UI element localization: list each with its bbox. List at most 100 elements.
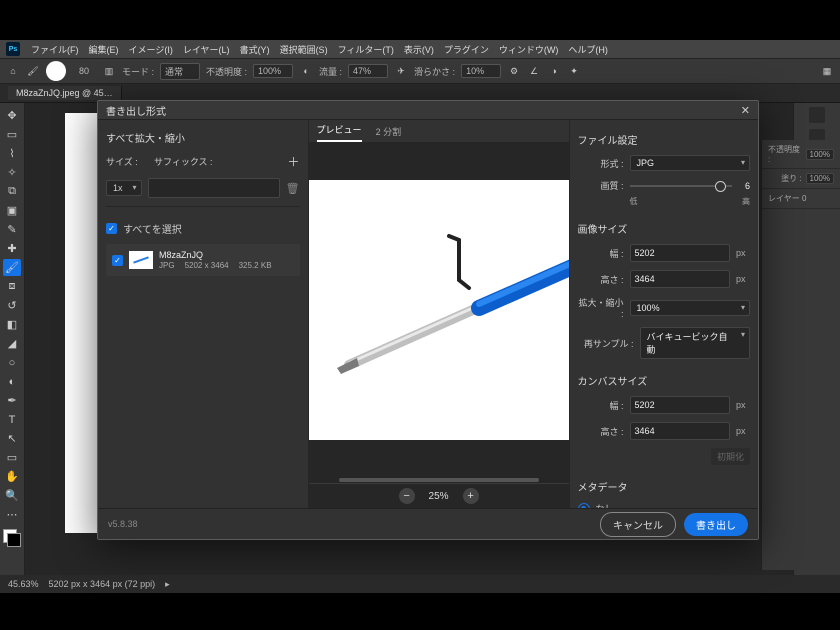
smoothing-select[interactable]: 10% bbox=[461, 64, 501, 78]
angle-icon[interactable]: ∠ bbox=[527, 64, 541, 78]
trash-icon[interactable]: 🗑 bbox=[286, 182, 300, 195]
pressure-size-icon[interactable]: ◑ bbox=[547, 64, 561, 78]
menu-image[interactable]: イメージ(I) bbox=[124, 43, 178, 56]
preview-hscrollbar[interactable] bbox=[309, 477, 569, 483]
status-chevron-icon[interactable]: ▸ bbox=[165, 579, 170, 590]
smoothing-label: 滑らかさ : bbox=[414, 65, 455, 78]
hand-tool[interactable]: ✋ bbox=[3, 468, 21, 485]
asset-dimensions: 5202 x 3464 bbox=[185, 261, 229, 270]
color-swatches[interactable] bbox=[3, 529, 21, 547]
add-size-icon[interactable]: ＋ bbox=[288, 153, 300, 170]
asset-filesize: 325.2 KB bbox=[239, 261, 272, 270]
height-unit: px bbox=[736, 274, 750, 284]
scale-dropdown[interactable]: 1x bbox=[106, 180, 142, 196]
tab-preview[interactable]: プレビュー bbox=[317, 123, 362, 142]
suffix-input[interactable] bbox=[148, 178, 280, 198]
healing-tool[interactable]: ✚ bbox=[3, 240, 21, 257]
scale-dropdown-right[interactable]: 100% bbox=[630, 300, 750, 316]
quality-low-label: 低 bbox=[630, 196, 638, 207]
canvas-width-unit: px bbox=[736, 400, 750, 410]
brush-size[interactable]: 80 bbox=[72, 66, 96, 76]
lasso-tool[interactable]: ⌇ bbox=[3, 145, 21, 162]
zoom-level[interactable]: 45.63% bbox=[8, 579, 39, 589]
menu-edit[interactable]: 編集(E) bbox=[84, 43, 124, 56]
path-tool[interactable]: ↖ bbox=[3, 430, 21, 447]
width-input[interactable]: 5202 bbox=[630, 244, 730, 262]
menu-window[interactable]: ウィンドウ(W) bbox=[494, 43, 564, 56]
crop-tool[interactable]: ⧉ bbox=[3, 183, 21, 200]
menu-layer[interactable]: レイヤー(L) bbox=[178, 43, 235, 56]
image-size-header: 画像サイズ bbox=[578, 221, 750, 236]
eraser-tool[interactable]: ◧ bbox=[3, 316, 21, 333]
flow-select[interactable]: 47% bbox=[348, 64, 388, 78]
brush-settings-icon[interactable]: ▥ bbox=[102, 64, 116, 78]
resample-dropdown[interactable]: バイキュービック自動 bbox=[640, 327, 750, 359]
menu-filter[interactable]: フィルター(T) bbox=[333, 43, 399, 56]
menu-view[interactable]: 表示(V) bbox=[399, 43, 439, 56]
close-icon[interactable]: ✕ bbox=[741, 104, 750, 117]
home-icon[interactable]: ⌂ bbox=[6, 64, 20, 78]
brush-preview[interactable] bbox=[46, 61, 66, 81]
move-tool[interactable]: ✥ bbox=[3, 107, 21, 124]
scale-all-header: すべて拡大・縮小 bbox=[106, 130, 300, 145]
height-input[interactable]: 3464 bbox=[630, 270, 730, 288]
panel-icon-color[interactable] bbox=[809, 107, 825, 123]
history-brush-tool[interactable]: ↺ bbox=[3, 297, 21, 314]
export-settings-panel: ファイル設定 形式 : JPG 画質 : 6 低 高 画像サイズ 幅 : 520… bbox=[569, 120, 758, 508]
blur-tool[interactable]: ○ bbox=[3, 354, 21, 371]
tab-2up[interactable]: 2 分割 bbox=[376, 125, 402, 142]
options-bar: ⌂ 🖌 80 ▥ モード : 通常 不透明度 : 100% ◐ 流量 : 47%… bbox=[0, 58, 840, 84]
quality-high-label: 高 bbox=[742, 196, 750, 207]
canvas-height-label: 高さ : bbox=[578, 425, 624, 438]
preview-zoom-level[interactable]: 25% bbox=[429, 491, 449, 502]
panel-opacity-value[interactable]: 100% bbox=[806, 149, 834, 160]
status-bar: 45.63% 5202 px x 3464 px (72 ppi) ▸ bbox=[0, 575, 840, 593]
menu-help[interactable]: ヘルプ(H) bbox=[563, 43, 613, 56]
canvas-height-input[interactable]: 3464 bbox=[630, 422, 730, 440]
export-button[interactable]: 書き出し bbox=[684, 513, 748, 536]
stamp-tool[interactable]: ⧈ bbox=[3, 278, 21, 295]
zoom-out-button[interactable]: − bbox=[399, 488, 415, 504]
asset-thumbnail bbox=[129, 251, 153, 269]
menu-plugin[interactable]: プラグイン bbox=[439, 43, 494, 56]
blend-mode-select[interactable]: 通常 bbox=[160, 63, 200, 80]
asset-row[interactable]: ✓ M8zaZnJQ JPG 5202 x 3464 325.2 KB bbox=[106, 244, 300, 276]
reset-button[interactable]: 初期化 bbox=[711, 448, 750, 465]
menu-type[interactable]: 書式(Y) bbox=[235, 43, 275, 56]
menu-select[interactable]: 選択範囲(S) bbox=[275, 43, 333, 56]
gradient-tool[interactable]: ◢ bbox=[3, 335, 21, 352]
opacity-label: 不透明度 : bbox=[206, 65, 247, 78]
document-tab[interactable]: M8zaZnJQ.jpeg @ 45… bbox=[8, 86, 122, 100]
metadata-header: メタデータ bbox=[578, 479, 750, 494]
format-dropdown[interactable]: JPG bbox=[630, 155, 750, 171]
panel-fill-value[interactable]: 100% bbox=[806, 173, 834, 184]
pen-tool[interactable]: ✒ bbox=[3, 392, 21, 409]
type-tool[interactable]: T bbox=[3, 411, 21, 428]
symmetry-icon[interactable]: ✦ bbox=[567, 64, 581, 78]
opacity-select[interactable]: 100% bbox=[253, 64, 293, 78]
canvas-width-input[interactable]: 5202 bbox=[630, 396, 730, 414]
blend-mode-label: モード : bbox=[122, 65, 154, 78]
dodge-tool[interactable]: ◐ bbox=[3, 373, 21, 390]
zoom-in-button[interactable]: + bbox=[463, 488, 479, 504]
brush-tool-icon: 🖌 bbox=[26, 64, 40, 78]
cancel-button[interactable]: キャンセル bbox=[600, 512, 676, 537]
eyedropper-tool[interactable]: ✎ bbox=[3, 221, 21, 238]
gear-icon[interactable]: ⚙ bbox=[507, 64, 521, 78]
doc-dimensions: 5202 px x 3464 px (72 ppi) bbox=[49, 579, 156, 589]
menu-file[interactable]: ファイル(F) bbox=[26, 43, 84, 56]
pressure-opacity-icon[interactable]: ◐ bbox=[299, 64, 313, 78]
brush-tool[interactable]: 🖌 bbox=[3, 259, 21, 276]
panel-icon[interactable]: ▦ bbox=[820, 64, 834, 78]
airbrush-icon[interactable]: ✈ bbox=[394, 64, 408, 78]
layer-0[interactable]: レイヤー 0 bbox=[768, 193, 806, 204]
quality-slider[interactable] bbox=[630, 185, 732, 187]
shape-tool[interactable]: ▭ bbox=[3, 449, 21, 466]
frame-tool[interactable]: ▣ bbox=[3, 202, 21, 219]
zoom-tool[interactable]: 🔍 bbox=[3, 487, 21, 504]
marquee-tool[interactable]: ▭ bbox=[3, 126, 21, 143]
wand-tool[interactable]: ✧ bbox=[3, 164, 21, 181]
asset-checkbox[interactable]: ✓ bbox=[112, 255, 123, 266]
select-all-checkbox[interactable]: ✓ bbox=[106, 223, 117, 234]
edit-toolbar[interactable]: ⋯ bbox=[3, 506, 21, 523]
